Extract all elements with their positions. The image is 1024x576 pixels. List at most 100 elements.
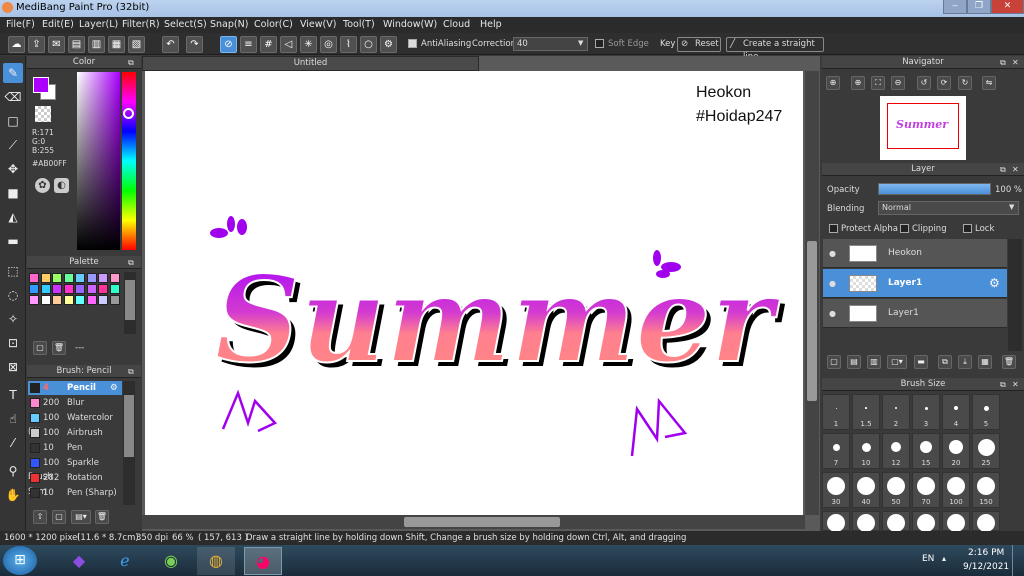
popout-icon[interactable]: ⧉: [1000, 165, 1006, 175]
magic-wand-icon[interactable]: ✧: [3, 309, 23, 329]
zoom-in-plus-icon[interactable]: ⊕: [851, 76, 865, 90]
eyedropper-tool-icon[interactable]: ⁄: [3, 433, 23, 453]
snap-circle-icon[interactable]: ◎: [320, 36, 337, 53]
gradient-tool-icon[interactable]: ▬: [3, 231, 23, 251]
new-layer-icon[interactable]: ▢: [827, 355, 841, 369]
merge-down-icon[interactable]: ⤓: [958, 355, 972, 369]
brush-menu-icon[interactable]: ▤▾: [71, 510, 91, 524]
start-button[interactable]: ⊞: [3, 546, 37, 575]
blending-select[interactable]: Normal ▼: [878, 201, 1019, 215]
snap-settings-icon[interactable]: ⚙: [380, 36, 397, 53]
opacity-slider[interactable]: [878, 183, 991, 195]
saturation-value-picker[interactable]: [77, 72, 120, 250]
navigator-preview[interactable]: Summer: [880, 96, 966, 160]
palette-swatch[interactable]: [52, 284, 62, 294]
language-indicator[interactable]: EN: [922, 554, 934, 564]
snap-parallel-icon[interactable]: ≡: [240, 36, 257, 53]
dropper-icon[interactable]: ⚲: [3, 461, 23, 481]
popout-icon[interactable]: ⧉: [128, 58, 134, 68]
palette-swatch[interactable]: [109, 295, 120, 305]
tray-chevron-icon[interactable]: ▴: [942, 554, 946, 563]
reset-rotate-icon[interactable]: ⟳: [937, 76, 951, 90]
eye-icon[interactable]: ●: [829, 239, 836, 268]
brush-size-cell[interactable]: 100: [942, 472, 970, 508]
popout-icon[interactable]: ⧉: [128, 367, 134, 377]
palette-swatch[interactable]: [52, 273, 62, 283]
palette-swatch[interactable]: [63, 295, 74, 305]
brush-size-cell[interactable]: 1.5: [852, 394, 880, 430]
brush-item[interactable]: 200 Blur: [28, 396, 122, 410]
clipping-checkbox[interactable]: [900, 224, 909, 233]
palette-swatch[interactable]: [75, 284, 85, 294]
primary-color-swatch[interactable]: [33, 77, 49, 93]
menu-window[interactable]: Window(W): [383, 19, 437, 30]
brush-size-cell[interactable]: 150: [972, 472, 1000, 508]
palette-wheel-icon[interactable]: ✿: [35, 178, 50, 193]
menu-tool[interactable]: Tool(T): [343, 19, 375, 30]
tab-untitled[interactable]: Untitled: [142, 56, 479, 71]
palette-swatch[interactable]: [98, 273, 108, 283]
palette-swatch[interactable]: [86, 295, 97, 305]
close-icon[interactable]: ✕: [1012, 58, 1019, 67]
text-tool-icon[interactable]: T: [3, 385, 23, 405]
page-icon[interactable]: ▥: [88, 36, 105, 53]
brush-size-cell[interactable]: 7: [822, 433, 850, 469]
clock-time[interactable]: 2:16 PM: [968, 548, 1004, 558]
new-halftone-layer-icon[interactable]: ▤: [847, 355, 861, 369]
snap-curve-icon[interactable]: ⌇: [340, 36, 357, 53]
brush-size-cell[interactable]: 5: [972, 394, 1000, 430]
lasso-tool-icon[interactable]: ◌: [3, 285, 23, 305]
menu-cloud[interactable]: Cloud: [443, 19, 470, 30]
vertical-scroll-thumb[interactable]: [807, 241, 817, 401]
palette-swatch[interactable]: [75, 295, 85, 305]
show-desktop-button[interactable]: [1012, 545, 1024, 576]
menu-edit[interactable]: Edit(E): [42, 19, 74, 30]
brush-size-cell[interactable]: 40: [852, 472, 880, 508]
palette-swatch[interactable]: [29, 273, 39, 283]
popout-icon[interactable]: ⧉: [1000, 58, 1006, 68]
brush-size-cell[interactable]: [822, 511, 850, 532]
brush-size-cell[interactable]: 70: [912, 472, 940, 508]
menu-file[interactable]: File(F): [6, 19, 35, 30]
delete-layer-icon[interactable]: 🗑: [1002, 355, 1016, 369]
chat-icon[interactable]: ▤: [68, 36, 85, 53]
palette-swatch[interactable]: [86, 273, 97, 283]
bucket-tool-icon[interactable]: ◭: [3, 207, 23, 227]
popout-icon[interactable]: ⧉: [1000, 380, 1006, 390]
maximize-button[interactable]: ❐: [967, 0, 991, 14]
palette-swatch[interactable]: [52, 295, 62, 305]
select-pen-icon[interactable]: ⊡: [3, 333, 23, 353]
brush-size-cell[interactable]: 10: [852, 433, 880, 469]
brush-item[interactable]: 10 Pen: [28, 441, 122, 455]
soft-edge-checkbox[interactable]: [595, 39, 604, 48]
eye-icon[interactable]: ●: [829, 269, 836, 298]
correction-select[interactable]: 40 ▼: [513, 37, 588, 51]
eye-icon[interactable]: ●: [829, 299, 836, 328]
hue-handle[interactable]: [123, 108, 134, 119]
brush-trash-icon[interactable]: 🗑: [95, 510, 109, 524]
brush-size-cell[interactable]: 4: [942, 394, 970, 430]
grid-icon[interactable]: ▧: [128, 36, 145, 53]
brush-scrollbar[interactable]: [123, 381, 135, 505]
menu-color[interactable]: Color(C): [254, 19, 293, 30]
line-tool-icon[interactable]: ⟋: [3, 135, 23, 155]
close-icon[interactable]: ✕: [1012, 380, 1019, 389]
pages-icon[interactable]: ▦: [108, 36, 125, 53]
layer-scrollbar[interactable]: [1008, 239, 1022, 351]
menu-help[interactable]: Help: [480, 19, 502, 30]
snap-vanish-icon[interactable]: ◁: [280, 36, 297, 53]
rotate-left-icon[interactable]: ↺: [917, 76, 931, 90]
brush-item[interactable]: 100 Airbrush: [28, 426, 122, 440]
brush-size-cell[interactable]: [942, 511, 970, 532]
palette-swatch[interactable]: [98, 284, 108, 294]
operation-tool-icon[interactable]: ☝: [3, 409, 23, 429]
cloud-icon[interactable]: ☁: [8, 36, 25, 53]
layer-menu-icon[interactable]: ▢▾: [887, 355, 907, 369]
hue-slider[interactable]: [122, 72, 136, 250]
palette-swatch[interactable]: [109, 284, 120, 294]
straight-line-button[interactable]: ╱ Create a straight line: [726, 37, 824, 62]
brush-scroll-thumb[interactable]: [124, 395, 134, 457]
palette-swatch[interactable]: [75, 273, 85, 283]
snap-cross-icon[interactable]: #: [260, 36, 277, 53]
visual-studio-icon[interactable]: ◆: [60, 547, 98, 575]
